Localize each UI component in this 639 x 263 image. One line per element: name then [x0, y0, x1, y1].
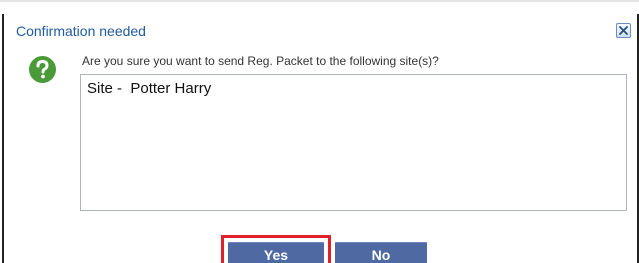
- page: Confirmation needed Are you sure you wan…: [0, 0, 639, 263]
- top-divider: [0, 0, 639, 2]
- question-icon: [29, 56, 56, 83]
- dialog-title: Confirmation needed: [16, 23, 146, 39]
- dialog-titlebar: Confirmation needed: [4, 14, 637, 48]
- site-list-box[interactable]: Site - Potter Harry: [80, 74, 627, 211]
- close-button[interactable]: [616, 23, 631, 38]
- close-icon: [619, 26, 628, 35]
- confirmation-dialog: Confirmation needed Are you sure you wan…: [2, 14, 639, 263]
- confirmation-message: Are you sure you want to send Reg. Packe…: [82, 54, 439, 68]
- no-button[interactable]: No: [335, 242, 427, 263]
- yes-button[interactable]: Yes: [228, 242, 324, 263]
